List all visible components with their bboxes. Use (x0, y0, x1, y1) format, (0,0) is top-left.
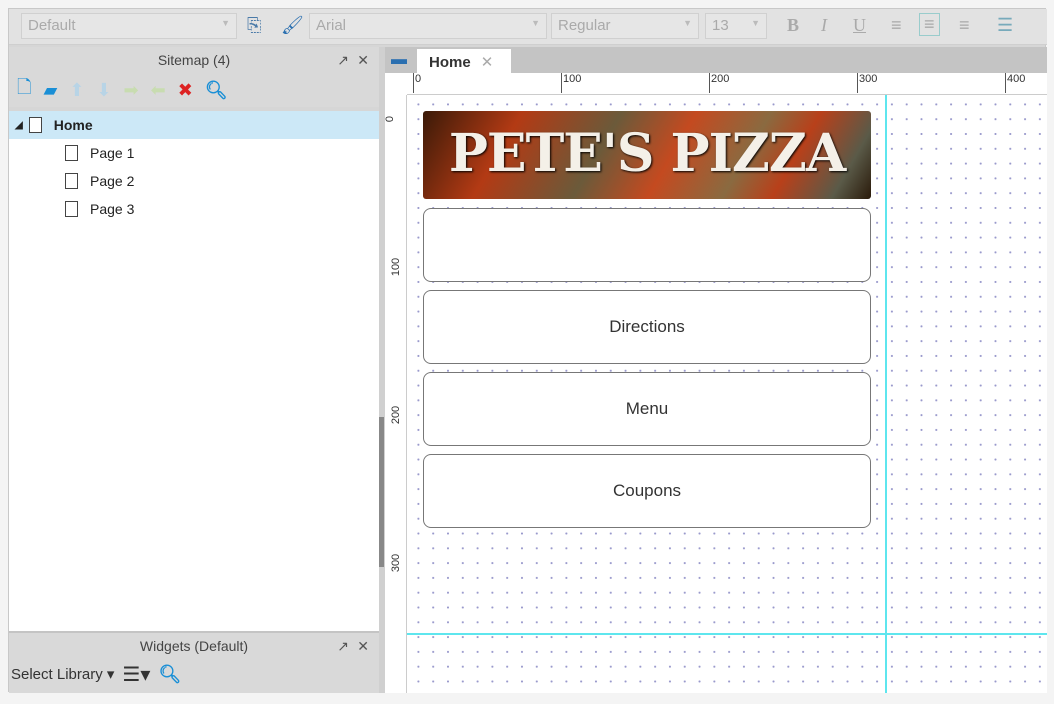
move-up-icon[interactable]: ⬆ (69, 80, 84, 101)
search-icon[interactable]: 🔍︎ (158, 664, 181, 685)
page-icon (28, 117, 42, 133)
header-image[interactable]: PETE'S PIZZA (423, 111, 871, 199)
coupons-button[interactable]: Coupons (423, 454, 871, 528)
logo-text: PETE'S PIZZA (448, 123, 846, 184)
ruler-label: 200 (390, 405, 403, 425)
page-icon (65, 201, 78, 217)
ruler-label: 200 (709, 73, 729, 93)
page-icon (65, 145, 78, 161)
add-page-icon[interactable]: 🗋 (17, 75, 31, 105)
format-painter-icon[interactable]: ⎘ (247, 15, 261, 36)
toolbar: Default ▼ ⎘ 🖌 Arial ▼ Regular ▼ 13 ▼ B I U ≡… (9, 9, 1047, 45)
app-window: Default ▼ ⎘ 🖌 Arial ▼ Regular ▼ 13 ▼ B I U ≡… (8, 8, 1047, 693)
tree-item-page[interactable]: Page 2 (9, 167, 379, 195)
align-center-icon[interactable]: ≡ (919, 13, 940, 36)
sitemap-panel: Sitemap (4) ↗ ✕ 🗋 ▰ ⬆ ⬇ ➡ ⬅ ✖ 🔍︎ (9, 47, 379, 107)
device-icon[interactable]: ▬ (391, 51, 407, 69)
close-icon[interactable]: ✕ (357, 47, 369, 73)
select-library-dropdown[interactable]: Select Library ▾ (11, 665, 114, 683)
pop-out-icon[interactable]: ↗ (337, 633, 349, 659)
ruler-label: 100 (561, 73, 581, 93)
ruler-vertical: 0 100 200 300 (384, 95, 407, 693)
underline-button[interactable]: U (853, 15, 866, 36)
collapse-icon[interactable]: ◢ (15, 120, 23, 131)
close-tab-icon[interactable]: ✕ (481, 54, 494, 71)
sitemap-title: Sitemap (4) (157, 52, 231, 68)
pop-out-icon[interactable]: ↗ (337, 47, 349, 73)
blank-button[interactable] (423, 208, 871, 282)
outdent-icon[interactable]: ⬅ (151, 80, 166, 101)
directions-button[interactable]: Directions (423, 290, 871, 364)
weight-select[interactable]: Regular ▼ (551, 13, 699, 39)
search-icon[interactable]: 🔍︎ (205, 80, 228, 101)
ruler-label: 300 (857, 73, 877, 93)
align-right-icon[interactable]: ≡ (959, 15, 970, 36)
bullet-list-icon[interactable]: ☰ (997, 15, 1013, 36)
ruler-label: 400 (1005, 73, 1025, 93)
font-select[interactable]: Arial ▼ (309, 13, 547, 39)
ruler-label: 0 (413, 73, 421, 93)
sitemap-tree: ◢ Home Page 1 Page 2 Page 3 (9, 111, 379, 631)
paint-brush-icon[interactable]: 🖌 (281, 15, 304, 36)
ruler-label: 0 (384, 115, 397, 123)
add-folder-icon[interactable]: ▰ (43, 80, 57, 101)
move-down-icon[interactable]: ⬇ (96, 80, 111, 101)
delete-page-icon[interactable]: ✖ (178, 80, 193, 101)
tree-item-page[interactable]: Page 1 (9, 139, 379, 167)
align-left-icon[interactable]: ≡ (891, 15, 902, 36)
guide-vertical[interactable] (885, 95, 887, 693)
style-select[interactable]: Default ▼ (21, 13, 237, 39)
italic-button[interactable]: I (821, 15, 827, 36)
menu-icon[interactable]: ☰▾ (122, 662, 150, 687)
ruler-label: 100 (390, 257, 403, 277)
widgets-panel: Widgets (Default) ↗ ✕ Select Library ▾ ☰▾ 🔍︎ (9, 631, 379, 693)
menu-button[interactable]: Menu (423, 372, 871, 446)
indent-icon[interactable]: ➡ (124, 80, 139, 101)
widgets-title: Widgets (Default) (139, 638, 249, 654)
tree-item-home[interactable]: ◢ Home (9, 111, 379, 139)
guide-horizontal[interactable] (407, 633, 1047, 635)
ruler-label: 300 (390, 553, 403, 573)
tab-home[interactable]: Home ✕ (417, 49, 511, 73)
close-icon[interactable]: ✕ (357, 633, 369, 659)
ruler-horizontal: 0 100 200 300 400 (407, 73, 1047, 95)
size-select[interactable]: 13 ▼ (705, 13, 767, 39)
bold-button[interactable]: B (787, 15, 799, 36)
canvas-area: ▬ Home ✕ 0 100 200 300 400 0 100 200 300 PETE'S … (384, 47, 1047, 693)
tree-item-page[interactable]: Page 3 (9, 195, 379, 223)
page-icon (65, 173, 78, 189)
